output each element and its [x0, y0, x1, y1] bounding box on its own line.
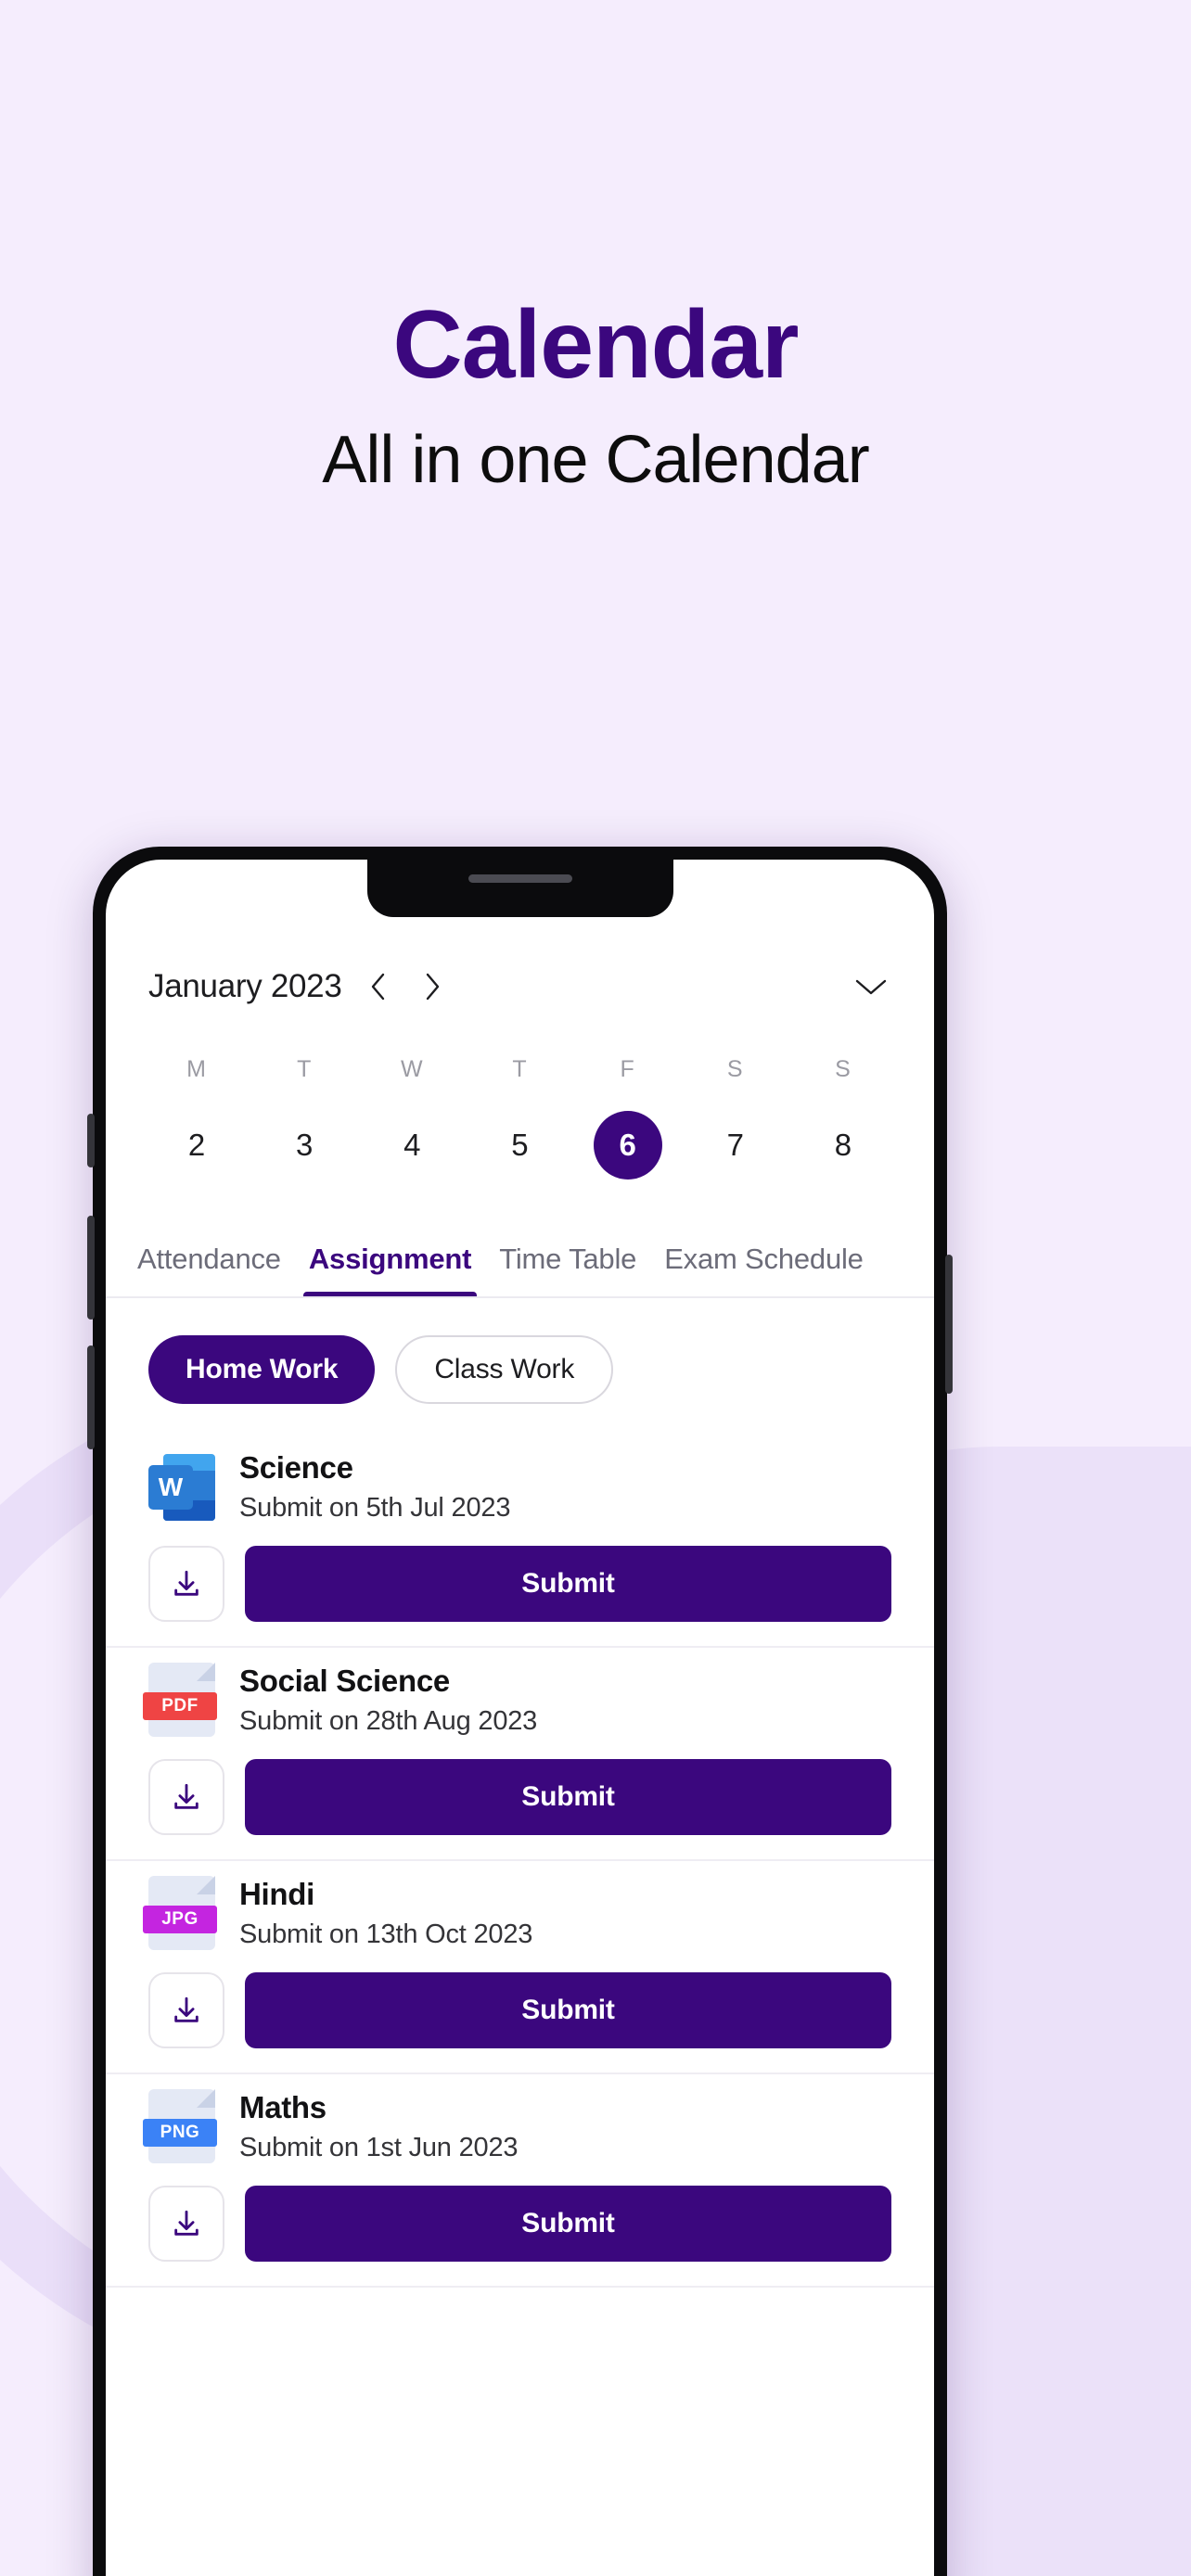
phone-speaker: [467, 874, 572, 883]
assignment-actions: Submit: [148, 1746, 891, 1859]
tab-bar: Attendance Assignment Time Table Exam Sc…: [106, 1220, 934, 1298]
download-icon[interactable]: [148, 1759, 224, 1835]
tab-assignment[interactable]: Assignment: [302, 1243, 478, 1296]
pdf-file-icon: PDF: [143, 1663, 217, 1737]
calendar-nav: [366, 973, 444, 1001]
tab-exam-schedule[interactable]: Exam Schedule: [664, 1243, 864, 1296]
assignment-row: W Science Submit on 5th Jul 2023 Submit: [106, 1435, 934, 1648]
filter-home-work[interactable]: Home Work: [148, 1335, 376, 1404]
chevron-left-icon[interactable]: [366, 973, 391, 1001]
assignment-subject: Social Science: [239, 1663, 450, 1698]
assignment-info: Social Science Submit on 28th Aug 2023: [239, 1664, 537, 1737]
submit-button[interactable]: Submit: [245, 1546, 891, 1622]
calendar-date-cell[interactable]: 6: [574, 1111, 682, 1180]
hero-section: Calendar All in one Calendar: [0, 0, 1191, 493]
weekday-label: S: [726, 1056, 744, 1082]
calendar-date-selected[interactable]: 6: [593, 1111, 662, 1180]
phone-mockup: January 2023 M T W T F S S 2 3 4 5 6 7 8…: [87, 847, 1067, 2576]
weekday-label: F: [620, 1056, 635, 1082]
calendar-header: January 2023: [106, 917, 934, 1021]
tab-time-table[interactable]: Time Table: [499, 1243, 636, 1296]
calendar-date-row: 2 3 4 5 6 7 8: [106, 1111, 934, 1180]
assignment-info: Hindi Submit on 13th Oct 2023: [239, 1877, 532, 1950]
submit-button[interactable]: Submit: [245, 1759, 891, 1835]
weekday-label: M: [186, 1056, 207, 1082]
page-title: Calendar: [392, 291, 799, 399]
chevron-down-icon[interactable]: [851, 973, 891, 1001]
calendar-weekday-row: M T W T F S S: [106, 1056, 934, 1083]
assignment-due-date: Submit on 13th Oct 2023: [239, 1919, 533, 1949]
calendar-date[interactable]: 2: [162, 1111, 231, 1180]
calendar-date-cell[interactable]: 4: [358, 1111, 466, 1180]
phone-volume-down-button[interactable]: [87, 1345, 95, 1449]
assignment-subject: Science: [239, 1450, 353, 1485]
calendar-date[interactable]: 3: [270, 1111, 339, 1180]
assignment-subject: Hindi: [239, 1876, 314, 1911]
jpg-file-icon: JPG: [143, 1876, 217, 1950]
png-file-icon: PNG: [143, 2089, 217, 2163]
assignment-due-date: Submit on 28th Aug 2023: [239, 1705, 538, 1736]
file-type-badge: PDF: [143, 1692, 217, 1720]
calendar-date[interactable]: 8: [809, 1111, 877, 1180]
calendar-date[interactable]: 4: [378, 1111, 446, 1180]
phone-power-button[interactable]: [945, 1255, 953, 1394]
weekday-label: S: [835, 1056, 852, 1082]
assignment-actions: Submit: [148, 2173, 891, 2286]
filter-class-work[interactable]: Class Work: [395, 1335, 614, 1404]
assignment-row-header: PNG Maths Submit on 1st Jun 2023: [143, 2074, 891, 2173]
assignment-actions: Submit: [148, 1959, 891, 2072]
assignment-row-header: W Science Submit on 5th Jul 2023: [148, 1435, 891, 1533]
phone-volume-up-button[interactable]: [87, 1216, 95, 1320]
assignment-list: W Science Submit on 5th Jul 2023 Submit …: [106, 1435, 934, 2288]
calendar-date-cell[interactable]: 2: [143, 1111, 250, 1180]
assignment-due-date: Submit on 5th Jul 2023: [239, 1493, 511, 1523]
page-subtitle: All in one Calendar: [322, 423, 869, 497]
assignment-row-header: PDF Social Science Submit on 28th Aug 20…: [143, 1648, 891, 1746]
phone-body: January 2023 M T W T F S S 2 3 4 5 6 7 8…: [87, 847, 953, 2576]
calendar-date-cell[interactable]: 8: [789, 1111, 897, 1180]
calendar-date[interactable]: 7: [701, 1111, 770, 1180]
phone-notch: [366, 860, 673, 917]
file-type-badge: JPG: [143, 1906, 217, 1933]
app-content: January 2023 M T W T F S S 2 3 4 5 6 7 8…: [106, 917, 934, 2576]
work-type-filter: Home Work Class Work: [106, 1298, 934, 1404]
weekday-label: T: [297, 1056, 313, 1082]
download-icon[interactable]: [148, 1972, 224, 2048]
weekday-label: W: [401, 1056, 424, 1082]
submit-button[interactable]: Submit: [245, 1972, 891, 2048]
submit-button[interactable]: Submit: [245, 2186, 891, 2262]
assignment-info: Maths Submit on 1st Jun 2023: [239, 2089, 519, 2163]
calendar-month-label: January 2023: [148, 968, 342, 1004]
assignment-row-header: JPG Hindi Submit on 13th Oct 2023: [143, 1861, 891, 1959]
tab-attendance[interactable]: Attendance: [137, 1243, 281, 1296]
word-file-icon: W: [148, 1452, 215, 1523]
phone-screen: January 2023 M T W T F S S 2 3 4 5 6 7 8…: [106, 860, 934, 2576]
download-icon[interactable]: [148, 1546, 224, 1622]
assignment-row: PNG Maths Submit on 1st Jun 2023 Submit: [106, 2074, 934, 2288]
calendar-date[interactable]: 5: [485, 1111, 554, 1180]
calendar-date-cell[interactable]: 5: [466, 1111, 573, 1180]
weekday-label: T: [512, 1056, 528, 1082]
assignment-due-date: Submit on 1st Jun 2023: [239, 2132, 519, 2162]
calendar-date-cell[interactable]: 7: [682, 1111, 789, 1180]
file-type-badge: PNG: [143, 2119, 217, 2147]
assignment-row: PDF Social Science Submit on 28th Aug 20…: [106, 1648, 934, 1861]
chevron-right-icon[interactable]: [420, 973, 444, 1001]
assignment-subject: Maths: [239, 2089, 327, 2124]
download-icon[interactable]: [148, 2186, 224, 2262]
assignment-info: Science Submit on 5th Jul 2023: [239, 1450, 510, 1524]
phone-mute-button[interactable]: [87, 1114, 95, 1167]
calendar-date-cell[interactable]: 3: [250, 1111, 358, 1180]
assignment-row: JPG Hindi Submit on 13th Oct 2023 Submit: [106, 1861, 934, 2074]
assignment-actions: Submit: [148, 1533, 891, 1646]
